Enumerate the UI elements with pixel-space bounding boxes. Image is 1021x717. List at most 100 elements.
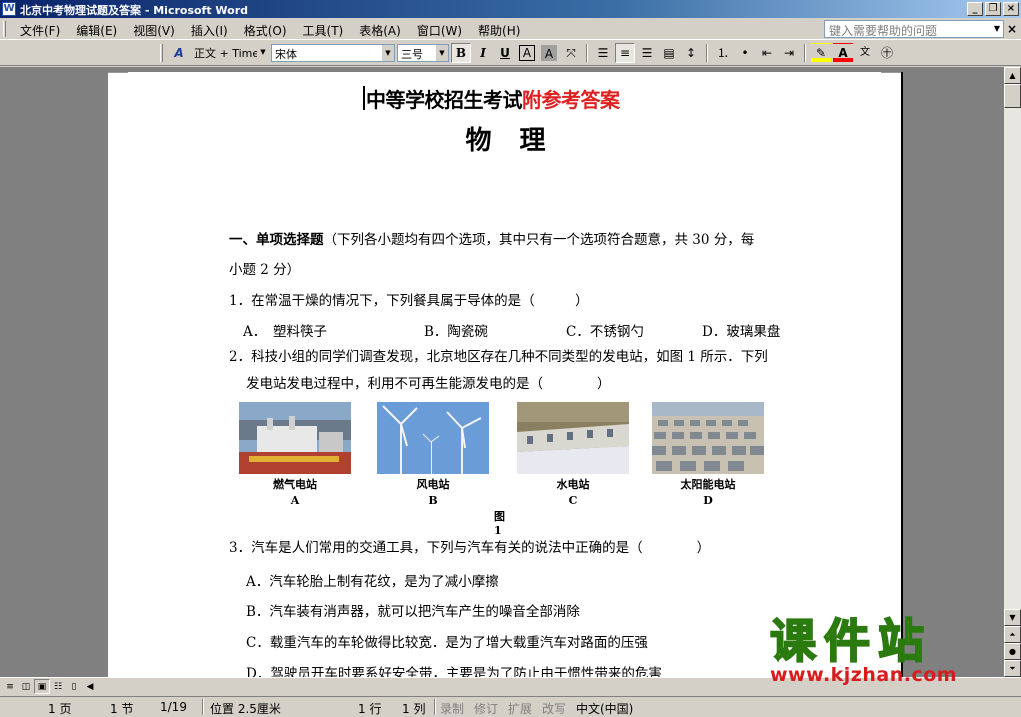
chevron-down-icon: ▼ [436, 45, 448, 61]
select-browse-object-icon[interactable]: ● [1004, 643, 1021, 660]
page-corner-mark [108, 72, 128, 73]
section-description: （下列各小题均有四个选项，其中只有一个选项符合题意，共 30 分，每 [323, 232, 755, 248]
figure-letter: D [703, 494, 713, 507]
reading-layout-view-icon[interactable]: ▯ [66, 679, 82, 694]
minimize-button[interactable]: _ [967, 2, 983, 16]
status-line: 1 行 [358, 702, 382, 716]
character-shading-button[interactable]: A [541, 45, 557, 61]
scroll-left-icon[interactable]: ◀ [82, 679, 98, 694]
web-layout-view-icon[interactable]: ◫ [18, 679, 34, 694]
italic-button[interactable]: I [473, 43, 493, 63]
figure-wind-farm: 风电站 B [377, 402, 489, 507]
chevron-down-icon: ▼ [382, 45, 394, 61]
toolbar-separator [706, 44, 708, 62]
q3-option-c: C．载重汽车的车轮做得比较宽．是为了增大载重汽车对路面的压强 [246, 635, 648, 651]
title-red-part: 附参考答案 [522, 88, 620, 112]
status-track-changes[interactable]: 修订 [474, 700, 498, 717]
q1-option-b: B．陶瓷碗 [424, 324, 488, 340]
q3-option-b: B．汽车装有消声器，就可以把汽车产生的噪音全部消除 [246, 604, 580, 620]
font-size-select[interactable]: 三号 ▼ [397, 44, 449, 62]
menu-insert[interactable]: 插入(I) [183, 21, 236, 40]
align-center-icon[interactable]: ≡ [615, 43, 635, 63]
close-button[interactable]: × [1003, 2, 1019, 16]
document-page[interactable]: 中等学校招生考试附参考答案 物理 一、单项选择题（下列各小题均有四个选项，其中只… [108, 72, 903, 677]
q3-option-a: A．汽车轮胎上制有花纹，是为了减小摩擦 [246, 574, 499, 590]
outline-view-icon[interactable]: ☷ [50, 679, 66, 694]
restore-button[interactable]: ❐ [985, 2, 1001, 16]
scroll-thumb[interactable] [1004, 84, 1021, 108]
character-scaling-icon[interactable]: ⤧ [561, 43, 581, 63]
menu-edit[interactable]: 编辑(E) [68, 21, 125, 40]
status-page-of: 1/19 [160, 700, 187, 714]
phonetic-guide-icon[interactable]: 文 [855, 43, 875, 63]
figure-gas-plant: 燃气电站 A [239, 402, 351, 507]
style-select[interactable]: 正文 + Time ▼ [191, 44, 269, 62]
bold-button[interactable]: B [451, 43, 471, 63]
help-search-input[interactable]: 键入需要帮助的问题 ▼ [824, 20, 1004, 38]
highlight-icon[interactable]: ✎ [811, 43, 831, 63]
hydro-power-plant-image [517, 402, 629, 474]
next-page-icon[interactable]: ⏷ [1004, 660, 1021, 677]
enclose-characters-icon[interactable]: ㊉ [877, 43, 897, 63]
font-value: 宋体 [275, 48, 297, 61]
font-color-button[interactable]: A [833, 43, 853, 63]
previous-page-icon[interactable]: ⏶ [1004, 626, 1021, 643]
print-layout-view-icon[interactable]: ▣ [34, 679, 50, 694]
document-area[interactable]: 中等学校招生考试附参考答案 物理 一、单项选择题（下列各小题均有四个选项，其中只… [0, 67, 1004, 677]
formatting-toolbar: A 正文 + Time ▼ 宋体 ▼ 三号 ▼ B I U A A ⤧ ☰ ≡ … [0, 40, 1021, 66]
status-overtype[interactable]: 改写 [542, 700, 566, 717]
status-record[interactable]: 录制 [440, 700, 464, 717]
menu-format[interactable]: 格式(O) [236, 21, 295, 40]
menu-view[interactable]: 视图(V) [125, 21, 183, 40]
question-2-line-2: 发电站发电过程中，利用不可再生能源发电的是（ ） [246, 376, 611, 392]
scroll-up-icon[interactable]: ▲ [1004, 67, 1021, 84]
status-section: 1 节 [110, 702, 134, 716]
menu-tools[interactable]: 工具(T) [295, 21, 352, 40]
menu-table[interactable]: 表格(A) [351, 21, 409, 40]
q3-option-d: D．驾驶员开车时要系好安全带，主要是为了防止由于惯性带来的危害 [246, 666, 662, 677]
q1-option-a: A． 塑料筷子 [243, 324, 327, 340]
toolbar-separator [586, 44, 588, 62]
menu-file[interactable]: 文件(F) [12, 21, 68, 40]
status-column: 1 列 [402, 702, 426, 716]
decrease-indent-icon[interactable]: ⇤ [757, 43, 777, 63]
numbering-icon[interactable]: ⒈ [713, 43, 733, 63]
menu-bar: 文件(F) 编辑(E) 视图(V) 插入(I) 格式(O) 工具(T) 表格(A… [0, 18, 1021, 40]
menu-window[interactable]: 窗口(W) [409, 21, 470, 40]
align-justify-icon[interactable]: ☰ [593, 43, 613, 63]
font-size-value: 三号 [401, 48, 423, 61]
close-document-button[interactable]: × [1007, 22, 1017, 36]
bullets-icon[interactable]: • [735, 43, 755, 63]
distributed-align-icon[interactable]: ▤ [659, 43, 679, 63]
menu-help[interactable]: 帮助(H) [470, 21, 528, 40]
font-select[interactable]: 宋体 ▼ [271, 44, 395, 62]
scroll-down-icon[interactable]: ▼ [1004, 609, 1021, 626]
chevron-down-icon[interactable]: ▼ [991, 21, 1003, 37]
menubar-grip[interactable] [3, 21, 6, 37]
increase-indent-icon[interactable]: ⇥ [779, 43, 799, 63]
normal-view-icon[interactable]: ≡ [2, 679, 18, 694]
vertical-scrollbar[interactable]: ▲ ▼ ⏶ ● ⏷ [1004, 67, 1021, 677]
underline-button[interactable]: U [495, 43, 515, 63]
section-description-cont: 小题 2 分） [229, 262, 301, 278]
title-bar: W 北京中考物理试题及答案 - Microsoft Word _ ❐ × [0, 0, 1021, 18]
figure-caption: 风电站 [416, 478, 450, 491]
status-position: 位置 2.5厘米 [210, 702, 281, 716]
status-language: 中文(中国) [576, 702, 634, 716]
status-separator [202, 699, 204, 715]
word-app-icon[interactable]: W [2, 2, 16, 16]
status-extend[interactable]: 扩展 [508, 700, 532, 717]
align-right-icon[interactable]: ☰ [637, 43, 657, 63]
toolbar-separator [804, 44, 806, 62]
document-title: 中等学校招生考试附参考答案 [366, 84, 620, 113]
figure-caption: 水电站 [556, 478, 590, 491]
line-spacing-icon[interactable]: ↕ [681, 43, 701, 63]
figure-label: 图1 [494, 510, 505, 537]
solar-power-plant-image [652, 402, 764, 474]
status-bar: 1 页 1 节 1/19 位置 2.5厘米 1 行 1 列 录制 修订 扩展 改… [0, 696, 1021, 717]
toolbar-grip[interactable] [160, 44, 163, 62]
section-heading-line: 一、单项选择题（下列各小题均有四个选项，其中只有一个选项符合题意，共 30 分，… [229, 228, 754, 248]
character-border-button[interactable]: A [519, 45, 535, 61]
styles-pane-icon[interactable]: A [169, 43, 189, 63]
horizontal-scrollbar[interactable]: ≡ ◫ ▣ ☷ ▯ ◀ [0, 677, 1021, 694]
